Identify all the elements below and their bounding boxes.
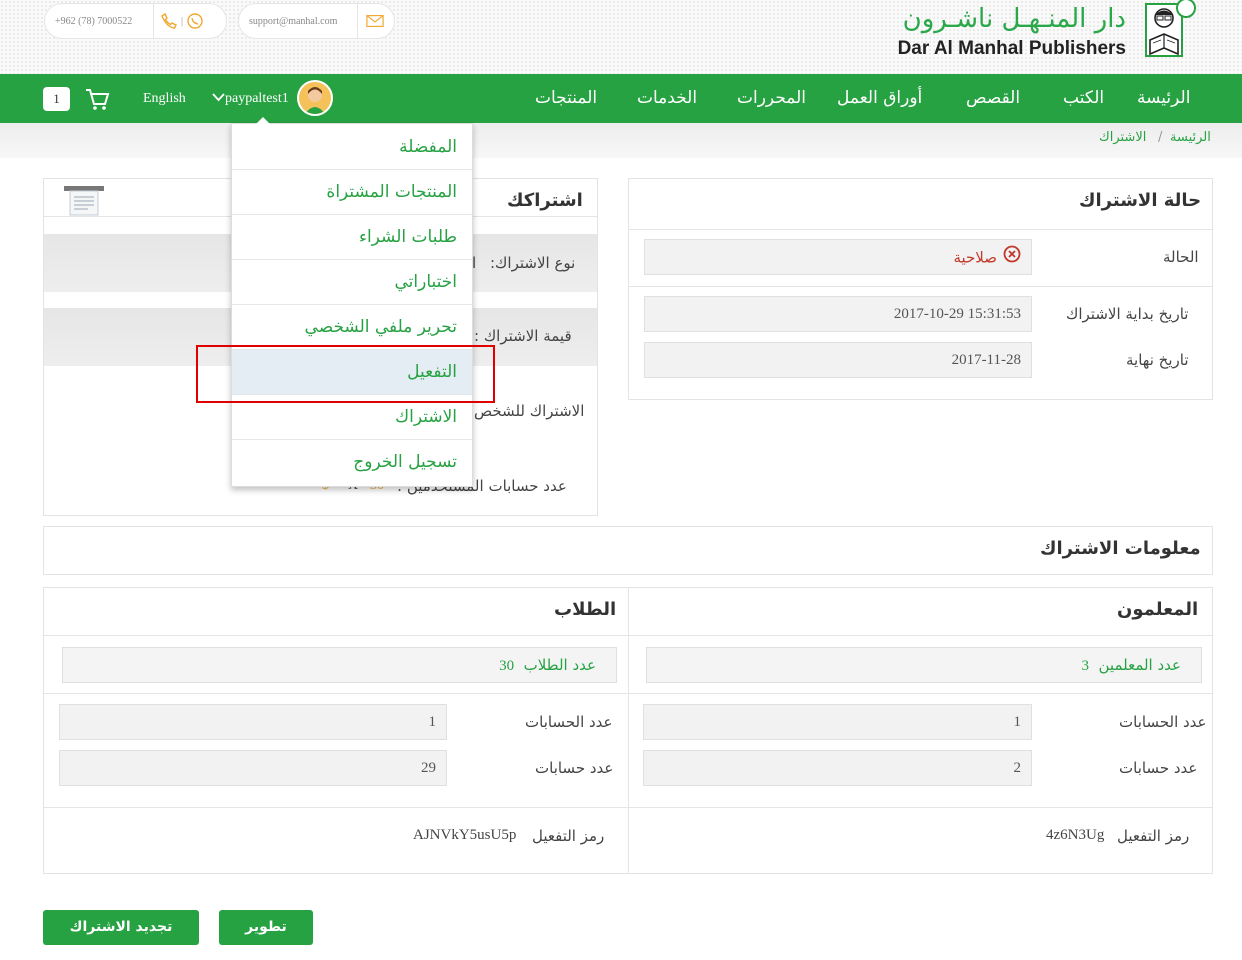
whatsapp-icon[interactable] xyxy=(186,12,204,30)
user-dropdown-menu: المفضلة المنتجات المشتراة طلبات الشراء ا… xyxy=(231,117,473,487)
breadcrumb-home[interactable]: الرئيسة xyxy=(1170,130,1211,145)
menu-item-my-tests[interactable]: اختباراتي xyxy=(232,260,472,305)
nav-stories[interactable]: القصص xyxy=(966,74,1020,123)
breadcrumb xyxy=(0,123,1242,158)
breadcrumb-current: الاشتراك xyxy=(1099,130,1147,145)
students-accounts2-label: عدد حسابات xyxy=(535,759,614,777)
subscription-info-panel xyxy=(43,526,1213,575)
students-code-label: رمز التفعيل xyxy=(532,827,605,845)
teachers-count-value: 3 xyxy=(1081,658,1089,674)
students-code-value: AJNVkY5usU5p xyxy=(413,827,517,843)
status-value-field: صلاحية xyxy=(644,239,1032,275)
contact-email-pill: support@manhal.com xyxy=(238,3,395,39)
menu-item-purchase-orders[interactable]: طلبات الشراء xyxy=(232,215,472,260)
contact-phone-pill: +962 (78) 7000522 | xyxy=(44,3,227,39)
students-count-value: 30 xyxy=(499,658,515,674)
logo-reader-icon xyxy=(1140,0,1204,58)
nav-services[interactable]: الخدمات xyxy=(637,74,697,123)
teachers-accounts2-value: 2 xyxy=(643,750,1032,786)
error-circle-icon xyxy=(1003,241,1021,275)
personal-subscription-label: الاشتراك للشخص xyxy=(474,402,585,420)
start-date-value: 2017-10-29 15:31:53 xyxy=(644,296,1032,332)
nav-products[interactable]: المنتجات xyxy=(535,74,597,123)
logo-arabic: دار المنـهـل ناشـرون xyxy=(902,4,1126,34)
teachers-accounts-value: 1 xyxy=(643,704,1032,740)
status-value: صلاحية xyxy=(953,248,997,267)
students-accounts-label: عدد الحسابات xyxy=(525,713,613,731)
chevron-down-icon xyxy=(211,74,225,123)
students-count-field: عدد الطلاب 30 xyxy=(62,647,617,683)
subscription-panel-title: اشتراكك xyxy=(507,190,583,211)
subscription-price-label: قيمة الاشتراك : xyxy=(474,327,572,345)
highlight-box xyxy=(196,345,495,403)
teachers-code-value: 4z6N3Ug xyxy=(1046,827,1105,843)
status-panel-title: حالة الاشتراك xyxy=(1079,190,1202,211)
menu-item-logout[interactable]: تسجيل الخروج xyxy=(232,440,472,485)
site-logo[interactable]: دار المنـهـل ناشـرون Dar Al Manhal Publi… xyxy=(898,0,1212,62)
mail-icon[interactable] xyxy=(366,12,384,30)
phone-number: +962 (78) 7000522 xyxy=(55,15,133,27)
menu-item-favorites[interactable]: المفضلة xyxy=(232,125,472,170)
username: paypaltest1 xyxy=(225,91,289,106)
teachers-count-field: عدد المعلمين 3 xyxy=(646,647,1202,683)
nav-home[interactable]: الرئيسة xyxy=(1137,74,1190,123)
nav-worksheets[interactable]: أوراق العمل xyxy=(837,74,922,123)
cart-icon[interactable] xyxy=(84,74,110,123)
teachers-code-label: رمز التفعيل xyxy=(1117,827,1190,845)
end-date-label: تاريخ نهاية xyxy=(1126,351,1189,369)
upgrade-button[interactable]: تطوير xyxy=(219,910,313,945)
start-date-label: تاريخ بداية الاشتراك xyxy=(1066,305,1189,323)
breadcrumb-separator: / xyxy=(1158,130,1163,145)
user-menu-toggle[interactable]: paypaltest1 xyxy=(211,74,289,123)
students-count-label: عدد الطلاب xyxy=(523,656,596,674)
status-label: الحالة xyxy=(1163,248,1199,266)
menu-item-purchased-products[interactable]: المنتجات المشتراة xyxy=(232,170,472,215)
user-avatar[interactable] xyxy=(297,80,333,116)
email-address: support@manhal.com xyxy=(249,15,338,27)
teachers-count-label: عدد المعلمين xyxy=(1098,656,1182,674)
renew-subscription-button[interactable]: تجديد الاشتراك xyxy=(43,910,199,945)
menu-item-edit-profile[interactable]: تحرير ملفي الشخصي xyxy=(232,305,472,350)
logo-english: Dar Al Manhal Publishers xyxy=(897,38,1126,59)
students-accounts2-value: 29 xyxy=(59,750,447,786)
end-date-value: 2017-11-28 xyxy=(644,342,1032,378)
students-accounts-value: 1 xyxy=(59,704,447,740)
info-panel-title: معلومات الاشتراك xyxy=(1040,538,1201,559)
nav-books[interactable]: الكتب xyxy=(1063,74,1104,123)
phone-icon[interactable] xyxy=(160,12,178,30)
nav-editors[interactable]: المحررات xyxy=(737,74,806,123)
teachers-accounts-label: عدد الحسابات xyxy=(1119,713,1207,731)
students-header: الطلاب xyxy=(554,599,617,620)
teachers-header: المعلمون xyxy=(1117,599,1199,620)
cart-count-badge[interactable]: 1 xyxy=(43,87,70,111)
teachers-accounts2-label: عدد حسابات xyxy=(1119,759,1198,777)
print-icon[interactable] xyxy=(63,184,105,220)
language-switch[interactable]: English xyxy=(143,74,186,123)
main-nav: الرئيسة الكتب القصص أوراق العمل المحررات… xyxy=(0,74,1242,123)
subscription-type-label: نوع الاشتراك: xyxy=(490,254,576,272)
